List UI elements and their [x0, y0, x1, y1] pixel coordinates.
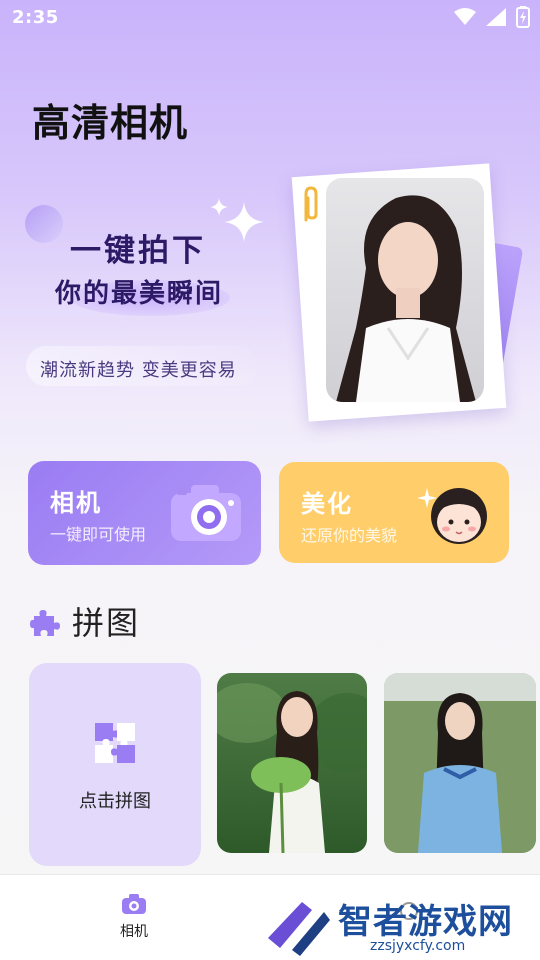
- status-time: 2:35: [12, 7, 59, 28]
- camera-card-subtitle: 一键即可使用: [50, 525, 147, 544]
- watermark-overlay: 智者游戏网 zzsjyxcfy.com: [258, 880, 540, 960]
- banner-headline-1: 一键拍下: [70, 233, 206, 269]
- status-bar: 2:35: [0, 0, 540, 36]
- camera-icon: [171, 485, 241, 541]
- beauty-card-title: 美化: [301, 490, 353, 518]
- gallery-photo[interactable]: [384, 673, 536, 853]
- sparkle-icon: [224, 202, 264, 242]
- camera-card[interactable]: 相机 一键即可使用: [28, 461, 261, 565]
- banner-tagline: 潮流新趋势 变美更容易: [40, 360, 237, 381]
- gallery-photo[interactable]: [217, 673, 367, 853]
- puzzle-grid-icon: [95, 723, 135, 763]
- nav-item-camera[interactable]: 相机: [106, 893, 162, 941]
- wifi-icon: [454, 8, 476, 25]
- watermark-url: zzsjyxcfy.com: [370, 938, 466, 954]
- puzzle-tile-label: 点击拼图: [79, 791, 151, 812]
- camera-icon: [122, 894, 146, 914]
- watermark-brand: 智者游戏网: [338, 902, 513, 942]
- girl-face-icon: [417, 488, 487, 544]
- beauty-card-subtitle: 还原你的美貌: [301, 526, 398, 545]
- cell-signal-icon: [486, 8, 506, 26]
- watermark-logo-icon: [268, 902, 330, 956]
- puzzle-section-header: 拼图: [30, 598, 140, 644]
- decorative-bubble: [25, 205, 63, 243]
- paperclip-icon: [304, 186, 318, 222]
- beauty-card[interactable]: 美化 还原你的美貌: [279, 462, 509, 563]
- puzzle-section-title: 拼图: [72, 604, 141, 642]
- nav-item-camera-label: 相机: [120, 924, 148, 940]
- portrait-photo: [326, 178, 484, 402]
- battery-charging-icon: [516, 6, 530, 28]
- banner-headline-2: 你的最美瞬间: [55, 279, 224, 309]
- puzzle-piece-icon: [30, 610, 60, 636]
- puzzle-start-button[interactable]: 点击拼图: [29, 663, 201, 866]
- status-icons: [454, 6, 530, 28]
- app-title: 高清相机: [32, 101, 189, 145]
- sparkle-small-icon: [210, 198, 228, 216]
- camera-card-title: 相机: [50, 489, 102, 517]
